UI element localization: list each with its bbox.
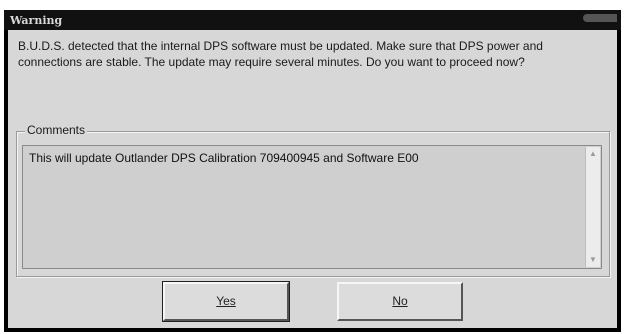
warning-message: B.U.D.S. detected that the internal DPS … [18,39,543,69]
yes-button[interactable]: Yes [162,281,290,322]
scroll-up-arrow-icon[interactable]: ▲ [586,147,600,161]
comments-group: Comments This will update Outlander DPS … [16,123,610,277]
title-bar-decoration [583,14,617,22]
comments-legend: Comments [25,123,88,137]
comments-textbox[interactable]: This will update Outlander DPS Calibrati… [22,145,602,269]
title-bar[interactable]: Warning [4,10,621,30]
no-button-label: No [392,294,408,308]
no-button[interactable]: No [337,282,463,321]
warning-dialog: Warning B.U.D.S. detected that the inter… [4,10,621,332]
dialog-body: B.U.D.S. detected that the internal DPS … [8,30,617,328]
yes-button-label: Yes [216,294,236,308]
dialog-title: Warning [10,14,63,27]
comments-text: This will update Outlander DPS Calibrati… [29,151,419,165]
scroll-down-arrow-icon[interactable]: ▼ [586,253,600,267]
comments-scrollbar[interactable]: ▲ ▼ [585,147,600,267]
